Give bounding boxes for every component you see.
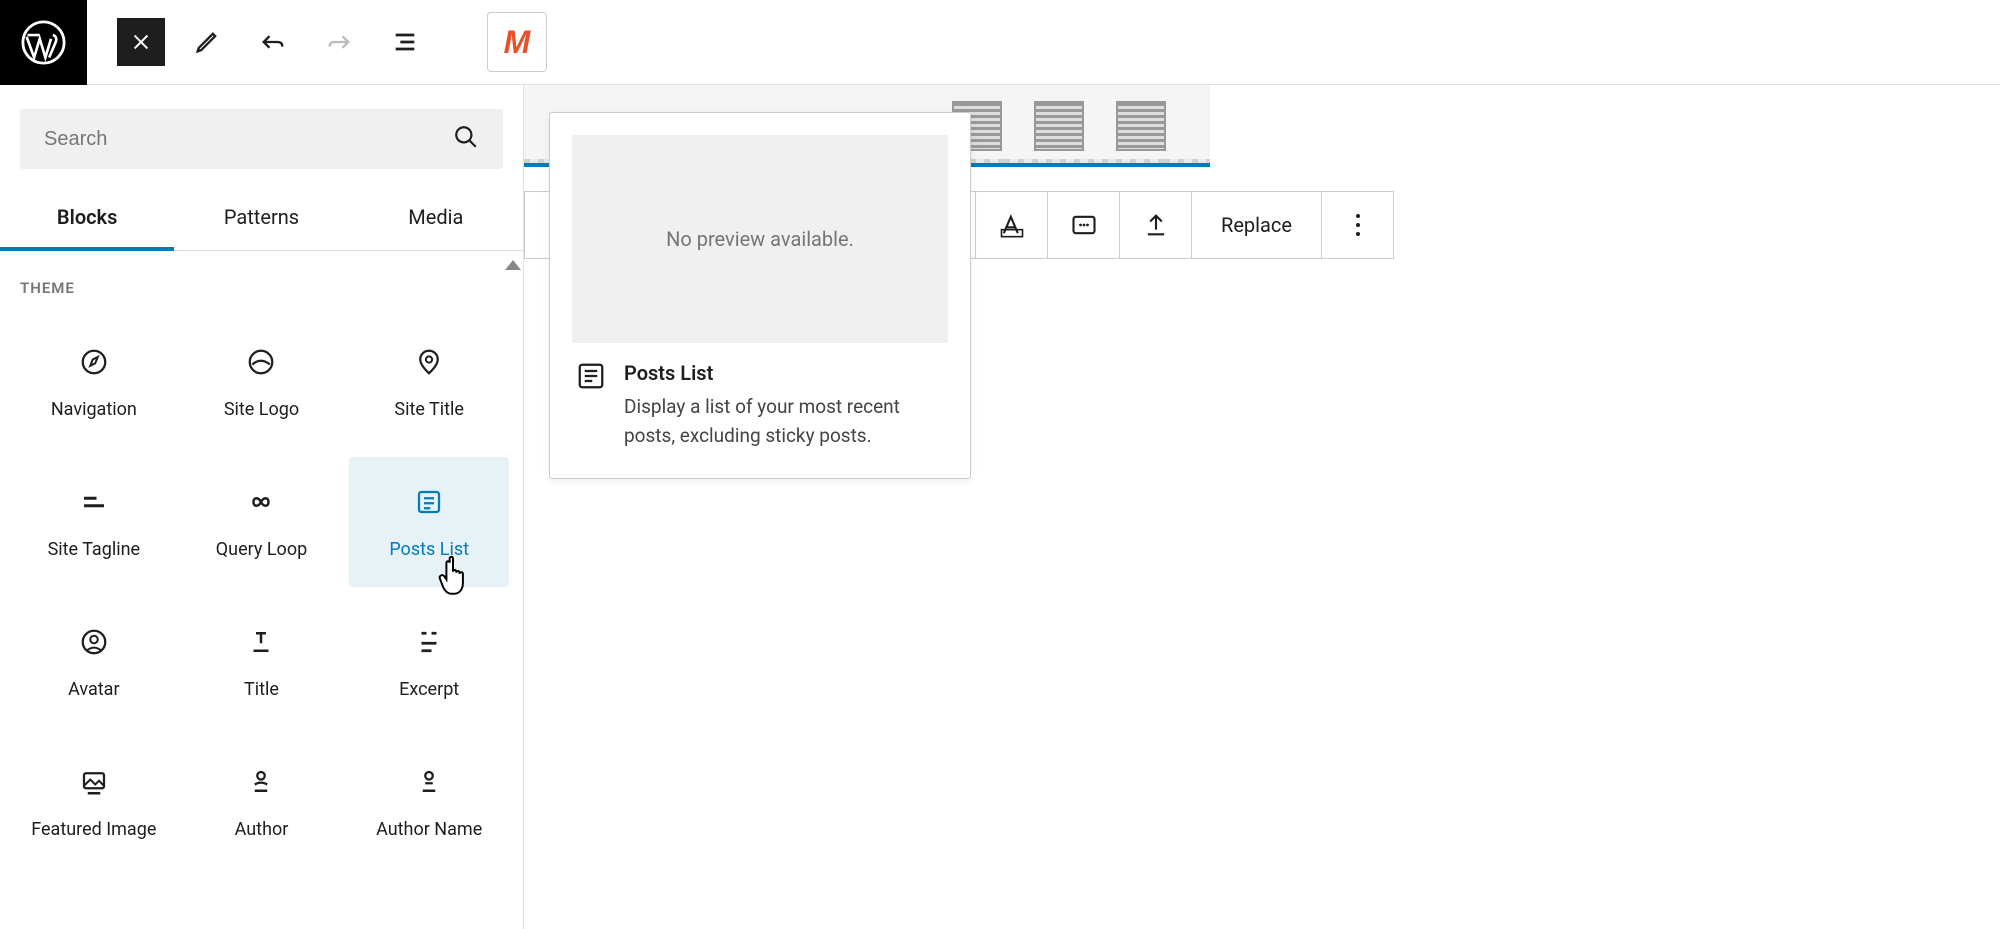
toolbar-aspect-button[interactable] bbox=[1047, 192, 1119, 258]
image-icon bbox=[79, 762, 109, 802]
loop-icon bbox=[246, 482, 276, 522]
block-posts-list[interactable]: Posts List bbox=[349, 457, 509, 587]
close-inserter-button[interactable] bbox=[117, 18, 165, 66]
compass-icon bbox=[79, 342, 109, 382]
wordpress-logo[interactable] bbox=[0, 0, 87, 85]
block-inserter-panel: Blocks Patterns Media THEME Navigation S… bbox=[0, 85, 524, 929]
excerpt-icon bbox=[414, 622, 444, 662]
block-label: Excerpt bbox=[399, 678, 459, 701]
block-label: Author Name bbox=[376, 818, 482, 841]
posts-list-icon bbox=[576, 361, 606, 450]
block-label: Site Title bbox=[394, 398, 464, 421]
pencil-icon bbox=[193, 28, 221, 56]
block-label: Query Loop bbox=[216, 538, 307, 561]
tagline-icon bbox=[79, 482, 109, 522]
edit-button[interactable] bbox=[183, 18, 231, 66]
undo-icon bbox=[259, 28, 287, 56]
block-label: Site Logo bbox=[224, 398, 299, 421]
block-label: Author bbox=[235, 818, 289, 841]
preview-description: Display a list of your most recent posts… bbox=[624, 393, 944, 450]
toolbar-replace-button[interactable]: Replace bbox=[1191, 192, 1321, 258]
more-vertical-icon bbox=[1355, 212, 1361, 238]
list-icon bbox=[414, 482, 444, 522]
search-box bbox=[20, 109, 503, 169]
text-overlay-icon bbox=[998, 211, 1026, 239]
block-label: Posts List bbox=[389, 538, 469, 561]
block-author-name[interactable]: Author Name bbox=[349, 737, 509, 867]
block-site-title[interactable]: Site Title bbox=[349, 317, 509, 447]
undo-button[interactable] bbox=[249, 18, 297, 66]
toolbar-group-left: M bbox=[87, 12, 547, 72]
block-site-tagline[interactable]: Site Tagline bbox=[14, 457, 174, 587]
redo-button[interactable] bbox=[315, 18, 363, 66]
tab-blocks[interactable]: Blocks bbox=[0, 187, 174, 251]
block-label: Title bbox=[244, 678, 279, 701]
author-icon bbox=[246, 762, 276, 802]
search-icon bbox=[453, 124, 479, 154]
block-label: Navigation bbox=[51, 398, 137, 421]
close-icon bbox=[130, 31, 152, 53]
inserter-tabs: Blocks Patterns Media bbox=[0, 187, 523, 251]
block-label: Site Tagline bbox=[48, 538, 141, 561]
author-name-icon bbox=[414, 762, 444, 802]
wordpress-icon bbox=[21, 20, 66, 65]
block-site-logo[interactable]: Site Logo bbox=[182, 317, 342, 447]
toolbar-text-button[interactable] bbox=[975, 192, 1047, 258]
block-excerpt[interactable]: Excerpt bbox=[349, 597, 509, 727]
redo-icon bbox=[325, 28, 353, 56]
block-query-loop[interactable]: Query Loop bbox=[182, 457, 342, 587]
plugin-icon: M bbox=[504, 24, 531, 61]
scroll-up-arrow-icon[interactable] bbox=[505, 260, 521, 270]
block-navigation[interactable]: Navigation bbox=[14, 317, 174, 447]
avatar-icon bbox=[79, 622, 109, 662]
list-view-button[interactable] bbox=[381, 18, 429, 66]
block-label: Featured Image bbox=[31, 818, 156, 841]
top-toolbar: M bbox=[0, 0, 2000, 85]
title-icon bbox=[246, 622, 276, 662]
preview-title: Posts List bbox=[624, 361, 944, 385]
toolbar-more-button[interactable] bbox=[1321, 192, 1393, 258]
plugin-button[interactable]: M bbox=[487, 12, 547, 72]
outline-icon bbox=[391, 28, 419, 56]
block-title[interactable]: Title bbox=[182, 597, 342, 727]
preview-thumbnail: No preview available. bbox=[572, 135, 948, 343]
tab-patterns[interactable]: Patterns bbox=[174, 187, 348, 250]
upload-icon bbox=[1142, 211, 1170, 239]
search-input[interactable] bbox=[44, 128, 453, 151]
block-avatar[interactable]: Avatar bbox=[14, 597, 174, 727]
dots-square-icon bbox=[1070, 211, 1098, 239]
logo-icon bbox=[246, 342, 276, 382]
tab-media[interactable]: Media bbox=[349, 187, 523, 250]
toolbar-upload-button[interactable] bbox=[1119, 192, 1191, 258]
block-author[interactable]: Author bbox=[182, 737, 342, 867]
block-featured-image[interactable]: Featured Image bbox=[14, 737, 174, 867]
block-grid: Navigation Site Logo Site Title Site Tag… bbox=[0, 307, 523, 867]
pin-icon bbox=[414, 342, 444, 382]
theme-section-heading: THEME bbox=[0, 251, 523, 307]
block-preview-popover: No preview available. Posts List Display… bbox=[549, 112, 971, 479]
block-label: Avatar bbox=[68, 678, 119, 701]
